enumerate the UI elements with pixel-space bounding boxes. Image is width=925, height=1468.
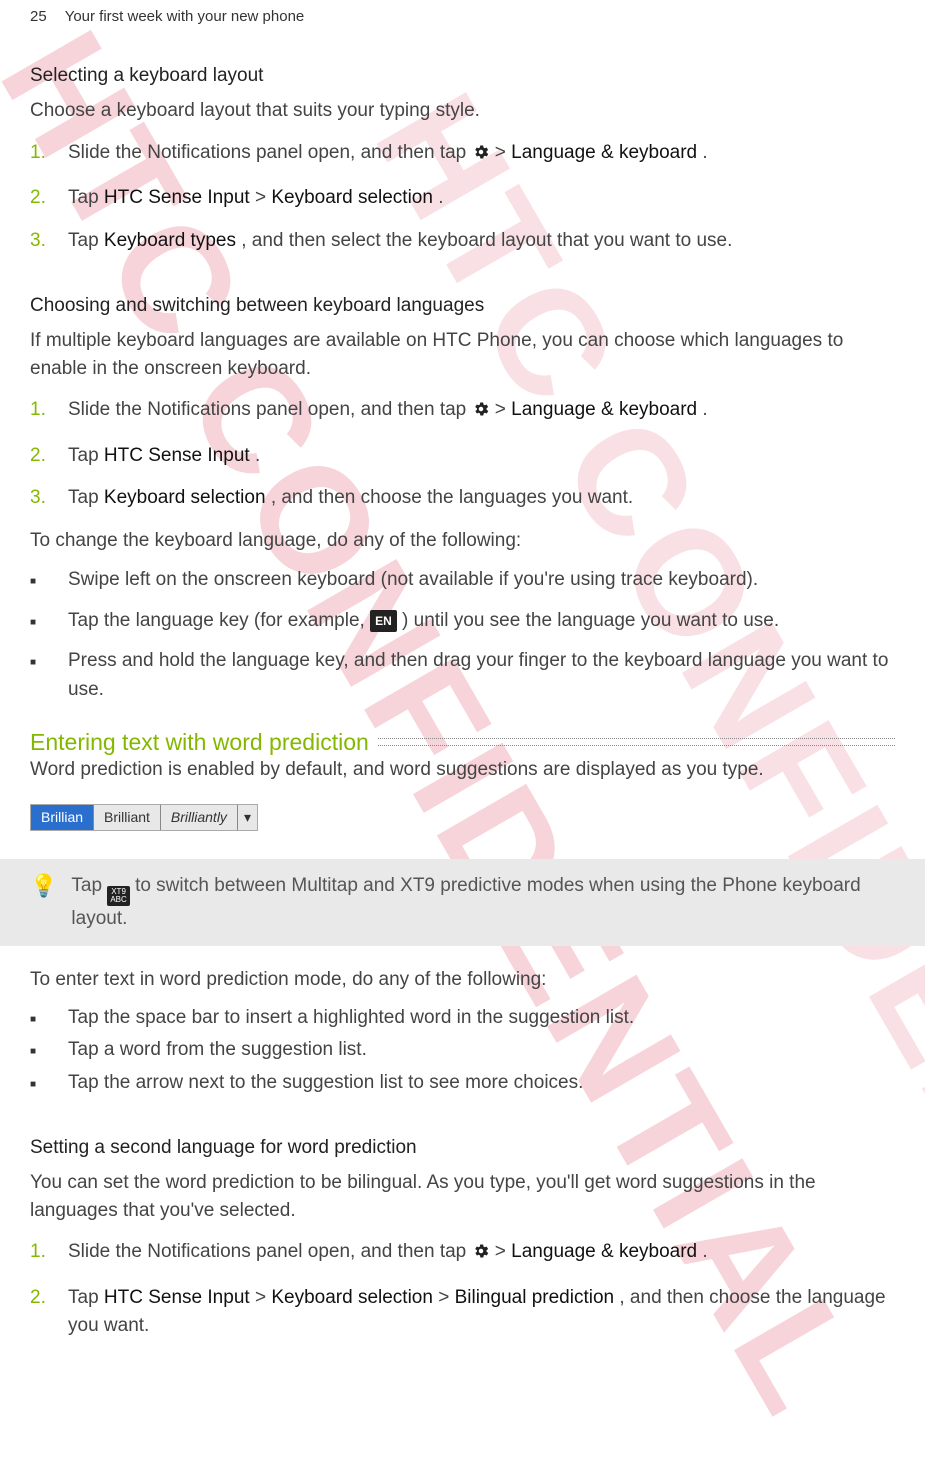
step-text: Tap Keyboard selection , and then choose… <box>68 484 633 513</box>
xt9-mode-icon: XT9 ABC <box>107 886 129 906</box>
step-number: 2. <box>30 184 52 213</box>
heading-choosing-languages: Choosing and switching between keyboard … <box>30 295 895 317</box>
suggestion: Brilliantly <box>161 805 238 830</box>
lightbulb-icon: 💡 <box>30 875 57 933</box>
list-item: 2. Tap HTC Sense Input > Keyboard select… <box>30 1284 895 1341</box>
paragraph: If multiple keyboard languages are avail… <box>30 327 895 382</box>
step-number: 1. <box>30 396 52 425</box>
paragraph: To change the keyboard language, do any … <box>30 527 895 555</box>
ordered-list: 1. Slide the Notifications panel open, a… <box>30 139 895 256</box>
step-text: Tap HTC Sense Input > Keyboard selection… <box>68 184 444 213</box>
tip-text: Tap XT9 ABC to switch between Multitap a… <box>71 873 913 933</box>
step-number: 1. <box>30 139 52 168</box>
paragraph: You can set the word prediction to be bi… <box>30 1169 895 1224</box>
list-item-text: Tap the language key (for example, EN ) … <box>68 607 779 636</box>
list-item: Press and hold the language key, and the… <box>30 647 895 704</box>
step-number: 1. <box>30 1238 52 1267</box>
list-item: Tap a word from the suggestion list. <box>30 1036 895 1065</box>
step-number: 2. <box>30 442 52 471</box>
step-number: 2. <box>30 1284 52 1313</box>
paragraph: Word prediction is enabled by default, a… <box>30 756 895 784</box>
paragraph: To enter text in word prediction mode, d… <box>30 966 895 994</box>
suggestion: Brilliant <box>94 805 161 830</box>
list-item: 1. Slide the Notifications panel open, a… <box>30 139 895 171</box>
list-item: 1. Slide the Notifications panel open, a… <box>30 396 895 428</box>
step-number: 3. <box>30 227 52 256</box>
step-text: Slide the Notifications panel open, and … <box>68 1238 708 1270</box>
page-number: 25 <box>30 8 47 25</box>
bullet-list: Tap the space bar to insert a highlighte… <box>30 1004 895 1098</box>
suggestion-selected: Brillian <box>31 805 94 830</box>
heading-selecting-keyboard-layout: Selecting a keyboard layout <box>30 65 895 87</box>
list-item: 2. Tap HTC Sense Input . <box>30 442 895 471</box>
list-item: Tap the arrow next to the suggestion lis… <box>30 1069 895 1098</box>
bullet-list: Swipe left on the onscreen keyboard (not… <box>30 566 895 704</box>
suggestion-more-icon: ▾ <box>238 805 257 830</box>
step-text: Tap HTC Sense Input > Keyboard selection… <box>68 1284 895 1341</box>
language-key-icon: EN <box>370 610 397 632</box>
list-item: Swipe left on the onscreen keyboard (not… <box>30 566 895 595</box>
step-text: Tap HTC Sense Input . <box>68 442 260 471</box>
section-title: Your first week with your new phone <box>65 8 305 25</box>
word-suggestion-bar: Brillian Brilliant Brilliantly ▾ <box>30 804 258 831</box>
ordered-list: 1. Slide the Notifications panel open, a… <box>30 396 895 513</box>
heading-word-prediction: Entering text with word prediction <box>30 729 377 756</box>
settings-gear-icon <box>472 399 490 428</box>
step-text: Slide the Notifications panel open, and … <box>68 139 708 171</box>
list-item: 3. Tap Keyboard types , and then select … <box>30 227 895 256</box>
heading-second-language: Setting a second language for word predi… <box>30 1137 895 1159</box>
list-item: 2. Tap HTC Sense Input > Keyboard select… <box>30 184 895 213</box>
section-divider: Entering text with word prediction <box>30 738 895 746</box>
settings-gear-icon <box>472 1241 490 1270</box>
step-text: Tap Keyboard types , and then select the… <box>68 227 732 256</box>
tip-callout: 💡 Tap XT9 ABC to switch between Multitap… <box>0 859 925 947</box>
list-item: Tap the language key (for example, EN ) … <box>30 607 895 636</box>
list-item: 3. Tap Keyboard selection , and then cho… <box>30 484 895 513</box>
page-header: 25 Your first week with your new phone <box>30 0 895 25</box>
list-item: Tap the space bar to insert a highlighte… <box>30 1004 895 1033</box>
ordered-list: 1. Slide the Notifications panel open, a… <box>30 1238 895 1341</box>
step-number: 3. <box>30 484 52 513</box>
step-text: Slide the Notifications panel open, and … <box>68 396 708 428</box>
list-item: 1. Slide the Notifications panel open, a… <box>30 1238 895 1270</box>
settings-gear-icon <box>472 142 490 171</box>
paragraph: Choose a keyboard layout that suits your… <box>30 97 895 125</box>
